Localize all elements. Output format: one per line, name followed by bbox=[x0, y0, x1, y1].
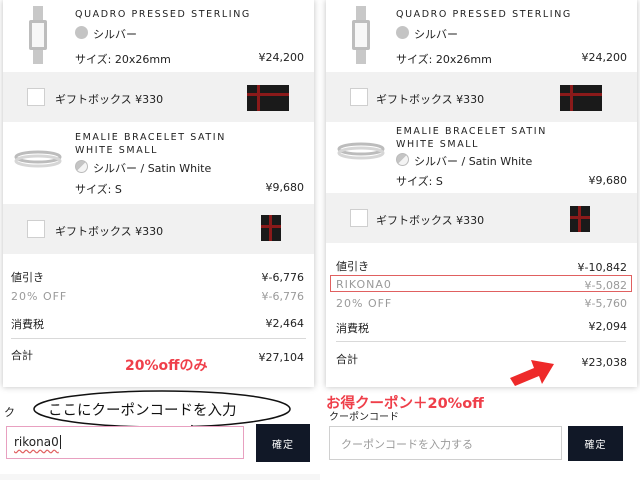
product-name[interactable]: QUADRO PRESSED STERLING bbox=[396, 8, 572, 21]
gift-box-checkbox[interactable] bbox=[350, 209, 368, 227]
off-value: ¥-6,776 bbox=[261, 290, 304, 303]
product-size: サイズ: S bbox=[396, 175, 443, 188]
total-value: ¥27,104 bbox=[258, 351, 305, 364]
product-color: シルバー bbox=[93, 28, 137, 41]
discount-value: ¥-6,776 bbox=[261, 271, 304, 284]
tax-value: ¥2,094 bbox=[588, 320, 628, 333]
gift-box-row: ギフトボックス ¥330 bbox=[3, 72, 314, 122]
coupon-code-value: rikona0 bbox=[14, 435, 59, 449]
speech-bubble-text: ここにクーポンコードを入力 bbox=[48, 403, 237, 419]
silver-swatch-icon bbox=[75, 26, 88, 39]
red-arrow-icon bbox=[510, 360, 554, 386]
discount-value: ¥-10,842 bbox=[577, 261, 627, 274]
gift-box-icon bbox=[247, 85, 289, 111]
product-size: サイズ: 20x26mm bbox=[75, 53, 171, 66]
silver-white-swatch-icon bbox=[75, 160, 88, 173]
product-color: シルバー / Satin White bbox=[93, 162, 212, 175]
gift-box-checkbox[interactable] bbox=[27, 88, 45, 106]
product-name[interactable]: QUADRO PRESSED STERLING bbox=[75, 8, 251, 21]
cart-panel-after: QUADRO PRESSED STERLING シルバー サイズ: 20x26m… bbox=[326, 0, 637, 387]
total-label: 合計 bbox=[336, 353, 358, 366]
gift-box-checkbox[interactable] bbox=[27, 220, 45, 238]
off-value: ¥-5,760 bbox=[584, 297, 627, 310]
confirm-button[interactable]: 確定 bbox=[568, 426, 623, 461]
product-price: ¥24,200 bbox=[581, 51, 628, 64]
summary-divider bbox=[336, 341, 626, 342]
silver-swatch-icon bbox=[396, 26, 409, 39]
coupon-code-value: ¥-5,082 bbox=[584, 279, 627, 292]
gift-box-icon bbox=[570, 206, 590, 232]
coupon-label: クーポンコード bbox=[329, 412, 399, 423]
discount-label: 値引き bbox=[336, 260, 369, 273]
product-name-line1[interactable]: EMALIE BRACELET SATIN bbox=[75, 131, 226, 144]
product-price: ¥9,680 bbox=[265, 181, 305, 194]
gift-box-row: ギフトボックス ¥330 bbox=[3, 204, 314, 254]
discount-label: 値引き bbox=[11, 271, 44, 284]
product-color: シルバー / Satin White bbox=[414, 155, 533, 168]
product-price: ¥24,200 bbox=[258, 51, 305, 64]
gift-box-row: ギフトボックス ¥330 bbox=[326, 193, 637, 243]
tax-label: 消費税 bbox=[11, 318, 44, 331]
confirm-button[interactable]: 確定 bbox=[256, 424, 310, 462]
gift-box-icon bbox=[261, 215, 281, 241]
total-value: ¥23,038 bbox=[581, 356, 628, 369]
coupon-code-label: RIKONA0 bbox=[336, 278, 392, 291]
coupon-placeholder: クーポンコードを入力する bbox=[341, 438, 473, 451]
gift-box-label: ギフトボックス ¥330 bbox=[376, 93, 485, 106]
cart-panel-before: QUADRO PRESSED STERLING シルバー サイズ: 20x26m… bbox=[3, 0, 314, 387]
gift-box-label: ギフトボックス ¥330 bbox=[376, 214, 485, 227]
coupon-code-input[interactable]: rikona0 bbox=[6, 426, 244, 459]
summary-divider bbox=[11, 338, 306, 339]
coupon-code-input[interactable]: クーポンコードを入力する bbox=[329, 426, 562, 460]
product-size: サイズ: 20x26mm bbox=[396, 53, 492, 66]
gift-box-label: ギフトボックス ¥330 bbox=[55, 93, 164, 106]
product-name-line1[interactable]: EMALIE BRACELET SATIN bbox=[396, 125, 547, 138]
product-color: シルバー bbox=[414, 28, 458, 41]
product-size: サイズ: S bbox=[75, 183, 122, 196]
watch-icon bbox=[29, 6, 47, 64]
gift-box-icon bbox=[560, 85, 602, 111]
annotation-20off-only: 20%offのみ bbox=[125, 358, 208, 374]
off-label: 20% OFF bbox=[336, 297, 393, 310]
tax-value: ¥2,464 bbox=[265, 317, 305, 330]
product-price: ¥9,680 bbox=[588, 174, 628, 187]
product-name-line2[interactable]: WHITE SMALL bbox=[396, 138, 479, 151]
bracelet-icon bbox=[14, 150, 62, 168]
watch-icon bbox=[352, 6, 370, 64]
coupon-label: ク bbox=[4, 406, 15, 419]
tax-label: 消費税 bbox=[336, 322, 369, 335]
product-name-line2[interactable]: WHITE SMALL bbox=[75, 144, 158, 157]
gift-box-row: ギフトボックス ¥330 bbox=[326, 72, 637, 122]
bottom-strip bbox=[0, 474, 320, 480]
silver-white-swatch-icon bbox=[396, 153, 409, 166]
off-label: 20% OFF bbox=[11, 290, 68, 303]
gift-box-label: ギフトボックス ¥330 bbox=[55, 225, 164, 238]
bracelet-icon bbox=[337, 142, 385, 160]
total-label: 合計 bbox=[11, 349, 33, 362]
gift-box-checkbox[interactable] bbox=[350, 88, 368, 106]
